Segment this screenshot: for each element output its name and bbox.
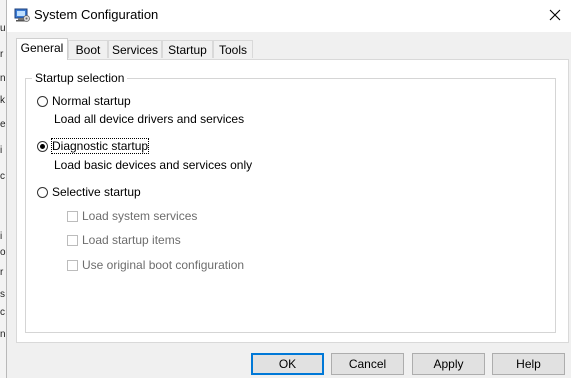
system-configuration-icon (14, 7, 30, 23)
general-tab-panel: Startup selection Normal startup Load al… (16, 59, 569, 343)
startup-selection-legend: Startup selection (32, 71, 128, 85)
selective-startup-label: Selective startup (52, 185, 141, 199)
checkbox-box[interactable] (67, 234, 78, 246)
close-icon (549, 9, 561, 21)
help-button[interactable]: Help (492, 353, 565, 375)
startup-selection-group: Startup selection Normal startup Load al… (25, 71, 556, 333)
load-system-services-checkbox[interactable]: Load system services (67, 209, 197, 223)
normal-startup-radio[interactable]: Normal startup (37, 94, 131, 108)
diagnostic-startup-radio[interactable]: Diagnostic startup (37, 138, 150, 154)
tab-tools[interactable]: Tools (213, 40, 253, 58)
diagnostic-startup-label: Diagnostic startup (50, 138, 150, 154)
window-title: System Configuration (34, 7, 159, 22)
load-system-services-label: Load system services (82, 209, 198, 223)
ok-button[interactable]: OK (251, 353, 324, 375)
title-bar[interactable]: System Configuration (7, 0, 571, 32)
load-startup-items-label: Load startup items (82, 233, 181, 247)
radio-selective-indicator[interactable] (37, 186, 48, 198)
close-button[interactable] (539, 0, 571, 30)
normal-startup-label: Normal startup (52, 94, 131, 108)
use-original-boot-config-label: Use original boot configuration (82, 258, 245, 272)
tab-boot[interactable]: Boot (68, 40, 108, 58)
radio-diagnostic-indicator[interactable] (37, 140, 48, 152)
checkbox-box[interactable] (67, 210, 78, 222)
use-original-boot-config-checkbox[interactable]: Use original boot configuration (67, 258, 244, 272)
tab-startup[interactable]: Startup (162, 40, 213, 58)
radio-normal-indicator[interactable] (37, 95, 48, 107)
load-startup-items-checkbox[interactable]: Load startup items (67, 233, 181, 247)
diagnostic-startup-description: Load basic devices and services only (54, 158, 253, 172)
system-configuration-window: System Configuration General Boot Servic… (6, 0, 571, 378)
tab-general[interactable]: General (16, 38, 68, 60)
selective-startup-radio[interactable]: Selective startup (37, 185, 141, 199)
cancel-button[interactable]: Cancel (331, 353, 404, 375)
normal-startup-description: Load all device drivers and services (54, 112, 245, 126)
apply-button[interactable]: Apply (412, 353, 485, 375)
tab-services[interactable]: Services (108, 40, 162, 58)
checkbox-box[interactable] (67, 259, 78, 271)
